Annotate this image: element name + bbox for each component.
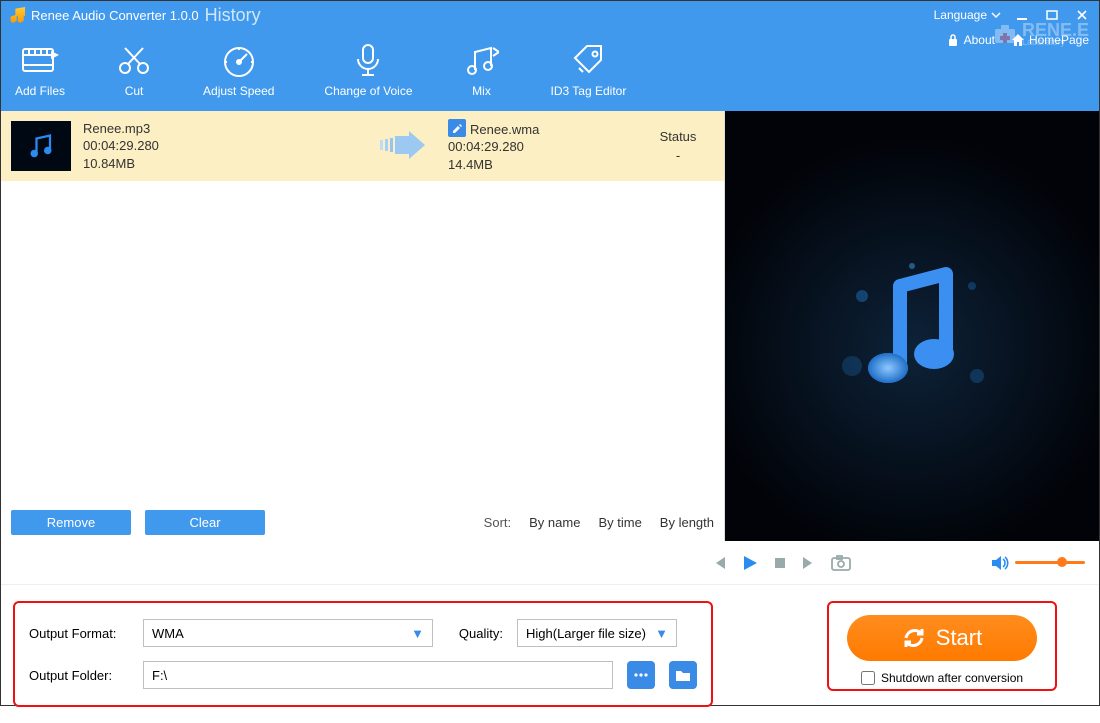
mix-label: Mix	[472, 84, 491, 98]
adjust-speed-label: Adjust Speed	[203, 84, 274, 98]
volume-control[interactable]	[991, 555, 1085, 571]
film-add-icon	[21, 42, 59, 80]
close-button[interactable]	[1073, 8, 1091, 22]
microphone-icon	[349, 42, 387, 80]
music-mix-icon	[463, 42, 501, 80]
change-voice-label: Change of Voice	[324, 84, 412, 98]
content-area: Renee.mp3 00:04:29.280 10.84MB Renee.wma…	[1, 111, 1099, 541]
edit-icon[interactable]	[448, 119, 466, 137]
mix-button[interactable]: Mix	[463, 42, 501, 98]
history-link[interactable]: History	[205, 5, 261, 26]
cut-label: Cut	[125, 84, 144, 98]
shutdown-checkbox[interactable]: Shutdown after conversion	[861, 671, 1023, 685]
refresh-icon	[902, 626, 926, 650]
prev-track-button[interactable]	[711, 555, 727, 571]
scissors-icon	[115, 42, 153, 80]
toolbar: RENE.ELaboratory Add Files Cut Adjust Sp…	[1, 29, 1099, 111]
add-files-button[interactable]: Add Files	[15, 42, 65, 98]
convert-arrow-icon	[378, 130, 428, 163]
add-files-label: Add Files	[15, 84, 65, 98]
file-row[interactable]: Renee.mp3 00:04:29.280 10.84MB Renee.wma…	[1, 111, 724, 181]
sort-controls: Sort: By name By time By length	[484, 515, 714, 530]
chevron-down-icon	[991, 12, 1001, 18]
remove-button[interactable]: Remove	[11, 510, 131, 535]
snapshot-button[interactable]	[831, 555, 851, 571]
titlebar: Renee Audio Converter 1.0.0 History Lang…	[1, 1, 1099, 29]
gauge-icon	[220, 42, 258, 80]
play-button[interactable]	[741, 554, 759, 572]
shutdown-checkbox-input[interactable]	[861, 671, 875, 685]
about-link[interactable]: About	[946, 33, 995, 47]
cut-button[interactable]: Cut	[115, 42, 153, 98]
output-settings: Output Format: WMA ▼ Quality: High(Large…	[13, 601, 713, 707]
output-format-value: WMA	[152, 626, 184, 641]
source-filename: Renee.mp3	[83, 120, 159, 138]
start-label: Start	[936, 625, 982, 651]
volume-icon	[991, 555, 1009, 571]
start-button[interactable]: Start	[847, 615, 1037, 661]
output-format-dropdown[interactable]: WMA ▼	[143, 619, 433, 647]
maximize-button[interactable]	[1043, 8, 1061, 22]
clear-button[interactable]: Clear	[145, 510, 265, 535]
lock-icon	[946, 33, 960, 47]
source-size: 10.84MB	[83, 155, 159, 173]
next-track-button[interactable]	[801, 555, 817, 571]
sort-label: Sort:	[484, 515, 511, 530]
adjust-speed-button[interactable]: Adjust Speed	[203, 42, 274, 98]
shutdown-label: Shutdown after conversion	[881, 671, 1023, 685]
music-artwork-icon	[822, 236, 1002, 416]
language-label: Language	[934, 8, 987, 22]
sort-by-name[interactable]: By name	[529, 515, 580, 530]
player-bar	[1, 541, 1099, 585]
ellipsis-icon	[633, 671, 649, 679]
chevron-down-icon: ▼	[411, 626, 424, 641]
output-duration: 00:04:29.280	[448, 138, 648, 156]
output-file-info: Renee.wma 00:04:29.280 14.4MB	[448, 119, 648, 174]
id3-tag-button[interactable]: ID3 Tag Editor	[551, 42, 627, 98]
file-thumbnail	[11, 121, 71, 171]
list-actions: Remove Clear Sort: By name By time By le…	[1, 504, 724, 541]
status-value: -	[648, 148, 708, 163]
language-dropdown[interactable]: Language	[934, 8, 1001, 22]
stop-button[interactable]	[773, 556, 787, 570]
change-voice-button[interactable]: Change of Voice	[324, 42, 412, 98]
browse-button[interactable]	[627, 661, 655, 689]
music-note-icon	[26, 131, 56, 161]
quality-dropdown[interactable]: High(Larger file size) ▼	[517, 619, 677, 647]
source-duration: 00:04:29.280	[83, 137, 159, 155]
output-filename: Renee.wma	[470, 122, 539, 137]
about-label: About	[964, 33, 995, 47]
minimize-button[interactable]	[1013, 8, 1031, 22]
chevron-down-icon: ▼	[655, 626, 668, 641]
output-size: 14.4MB	[448, 156, 648, 174]
sort-by-length[interactable]: By length	[660, 515, 714, 530]
app-title: Renee Audio Converter 1.0.0	[31, 8, 199, 23]
bottom-panel: Output Format: WMA ▼ Quality: High(Large…	[1, 585, 1099, 723]
home-icon	[1011, 33, 1025, 47]
preview-panel	[725, 111, 1099, 541]
app-logo-icon	[9, 7, 25, 23]
quality-label: Quality:	[447, 626, 503, 641]
file-list-panel: Renee.mp3 00:04:29.280 10.84MB Renee.wma…	[1, 111, 725, 541]
status-column: Status -	[648, 129, 708, 163]
tag-icon	[569, 42, 607, 80]
output-folder-label: Output Folder:	[29, 668, 129, 683]
start-section: Start Shutdown after conversion	[827, 601, 1057, 691]
volume-slider[interactable]	[1015, 561, 1085, 564]
output-folder-input[interactable]	[143, 661, 613, 689]
sort-by-time[interactable]: By time	[598, 515, 641, 530]
open-folder-button[interactable]	[669, 661, 697, 689]
output-format-label: Output Format:	[29, 626, 129, 641]
folder-icon	[675, 668, 691, 682]
homepage-link[interactable]: HomePage	[1011, 33, 1089, 47]
quality-value: High(Larger file size)	[526, 626, 646, 641]
homepage-label: HomePage	[1029, 33, 1089, 47]
preview-artwork	[725, 111, 1099, 541]
source-file-info: Renee.mp3 00:04:29.280 10.84MB	[83, 120, 159, 173]
status-header: Status	[648, 129, 708, 144]
id3-label: ID3 Tag Editor	[551, 84, 627, 98]
